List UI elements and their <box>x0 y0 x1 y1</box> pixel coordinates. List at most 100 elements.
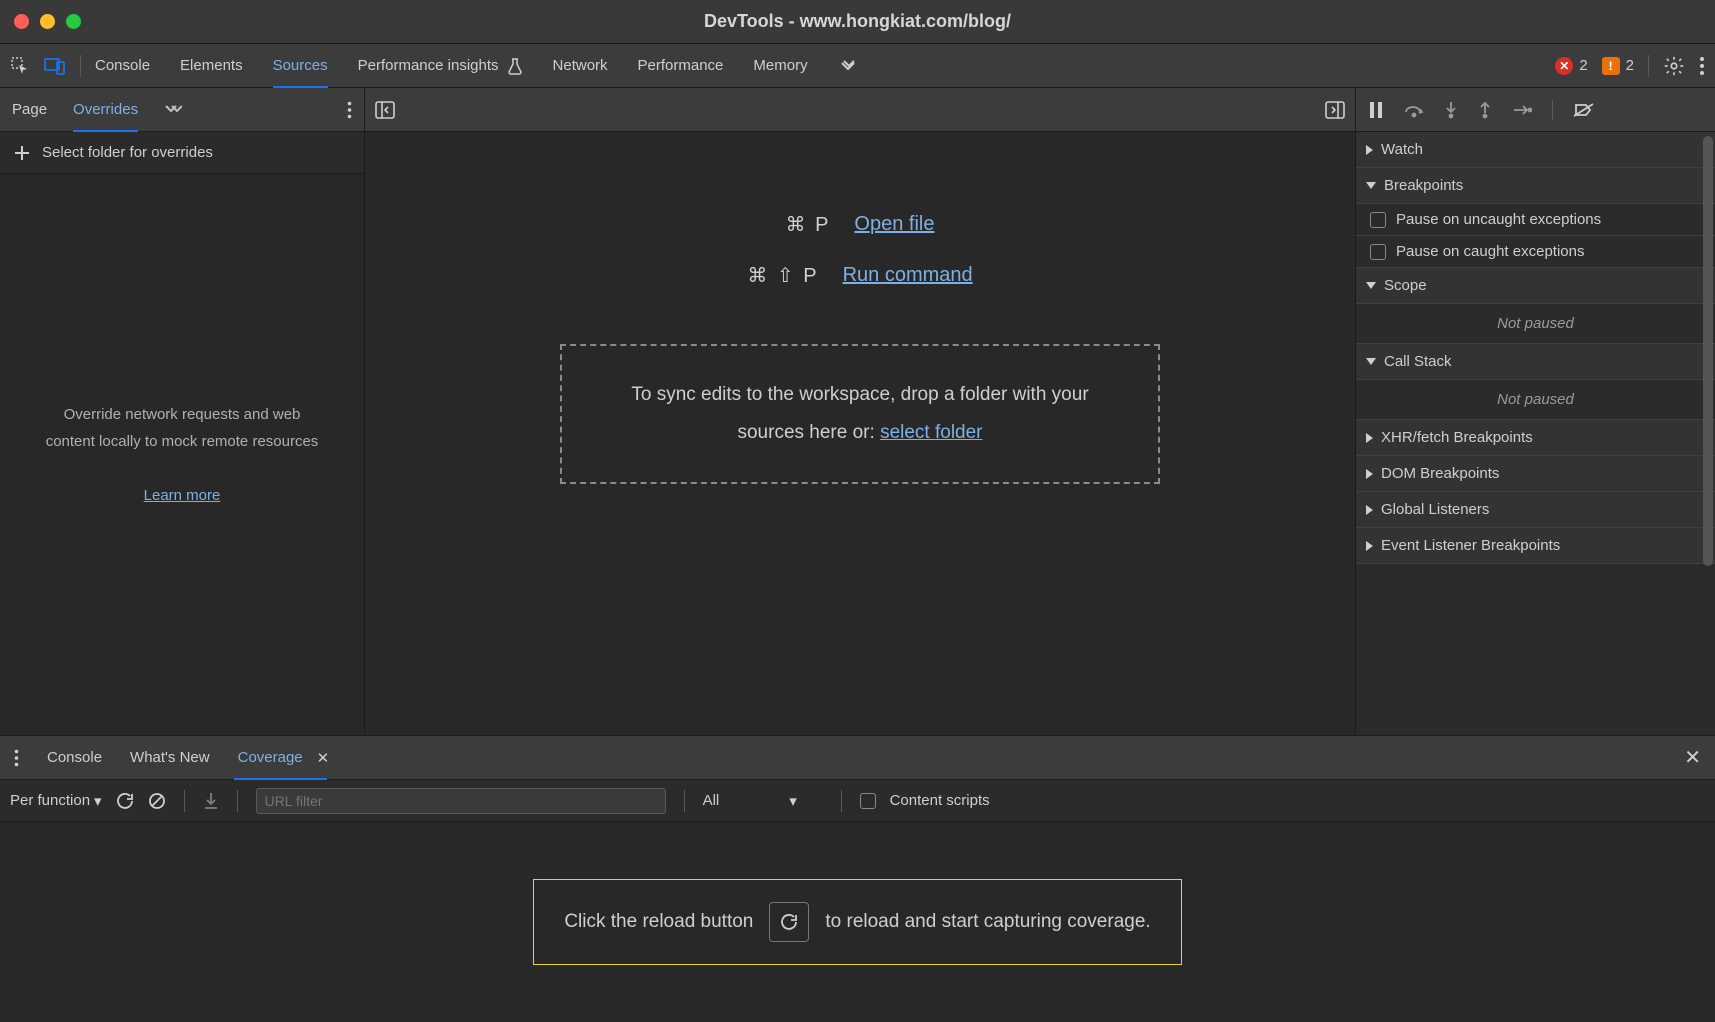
chevron-down-icon: ▾ <box>94 792 102 810</box>
kebab-menu-icon[interactable] <box>1699 56 1705 76</box>
section-global-label: Global Listeners <box>1381 501 1489 518</box>
traffic-lights <box>14 14 81 29</box>
scope-not-paused: Not paused <box>1356 304 1715 344</box>
warning-icon: ! <box>1602 57 1620 75</box>
tab-network[interactable]: Network <box>553 44 608 88</box>
pause-uncaught-checkbox[interactable] <box>1370 212 1386 228</box>
coverage-hint-reload-button[interactable] <box>769 902 809 942</box>
minimize-window-button[interactable] <box>40 14 55 29</box>
section-xhr-breakpoints[interactable]: XHR/fetch Breakpoints <box>1356 420 1715 456</box>
tab-sources[interactable]: Sources <box>273 44 328 88</box>
warning-count: 2 <box>1626 57 1634 74</box>
inspect-element-icon[interactable] <box>10 56 30 76</box>
section-scope-label: Scope <box>1384 277 1427 294</box>
select-folder-overrides-button[interactable]: Select folder for overrides <box>0 132 364 174</box>
coverage-hint-after: to reload and start capturing coverage. <box>825 911 1150 933</box>
drawer-tab-whatsnew[interactable]: What's New <box>130 736 210 780</box>
url-filter-input[interactable] <box>256 788 666 814</box>
callstack-not-paused: Not paused <box>1356 380 1715 420</box>
maximize-window-button[interactable] <box>66 14 81 29</box>
pause-script-icon[interactable] <box>1368 101 1384 119</box>
run-command-shortcut: ⌘ ⇧ P <box>747 263 818 288</box>
section-breakpoints[interactable]: Breakpoints <box>1356 168 1715 204</box>
close-window-button[interactable] <box>14 14 29 29</box>
section-call-stack[interactable]: Call Stack <box>1356 344 1715 380</box>
section-scope[interactable]: Scope <box>1356 268 1715 304</box>
overrides-hint-text: Override network requests and web conten… <box>40 401 324 455</box>
drawer-tab-coverage[interactable]: Coverage <box>238 736 303 780</box>
navigator-tab-page[interactable]: Page <box>12 88 47 132</box>
section-dom-breakpoints[interactable]: DOM Breakpoints <box>1356 456 1715 492</box>
workspace-dropzone[interactable]: To sync edits to the workspace, drop a f… <box>560 344 1160 484</box>
close-drawer-icon[interactable]: ✕ <box>1684 745 1701 770</box>
window-titlebar: DevTools - www.hongkiat.com/blog/ <box>0 0 1715 44</box>
drawer-kebab-icon[interactable] <box>14 749 19 767</box>
scrollbar[interactable] <box>1703 136 1713 566</box>
section-dom-label: DOM Breakpoints <box>1381 465 1499 482</box>
section-call-stack-label: Call Stack <box>1384 353 1452 370</box>
pause-caught-row[interactable]: Pause on caught exceptions <box>1356 236 1715 268</box>
device-toggle-icon[interactable] <box>44 56 66 76</box>
coverage-granularity-label: Per function <box>10 792 90 809</box>
select-folder-overrides-label: Select folder for overrides <box>42 144 213 161</box>
tab-console[interactable]: Console <box>95 44 150 88</box>
navigator-tab-overrides[interactable]: Overrides <box>73 88 138 132</box>
coverage-type-filter-label: All <box>703 792 720 809</box>
step-out-icon[interactable] <box>1478 101 1492 119</box>
tab-performance-insights-label: Performance insights <box>358 57 499 74</box>
section-watch-label: Watch <box>1381 141 1423 158</box>
error-count: 2 <box>1579 57 1587 74</box>
error-badge[interactable]: ✕ 2 <box>1555 57 1587 75</box>
editor-panel: ⌘ P Open file ⌘ ⇧ P Run command To sync … <box>365 88 1355 735</box>
section-breakpoints-label: Breakpoints <box>1384 177 1463 194</box>
export-icon[interactable] <box>203 792 219 810</box>
section-xhr-label: XHR/fetch Breakpoints <box>1381 429 1533 446</box>
toggle-debugger-icon[interactable] <box>1325 101 1345 119</box>
plus-icon <box>14 145 30 161</box>
navigator-kebab-icon[interactable] <box>347 101 352 119</box>
run-command-link[interactable]: Run command <box>843 264 973 287</box>
overrides-learn-more-link[interactable]: Learn more <box>144 482 221 509</box>
settings-gear-icon[interactable] <box>1663 55 1685 77</box>
tab-performance[interactable]: Performance <box>638 44 724 88</box>
step-icon[interactable] <box>1512 104 1532 116</box>
pause-uncaught-label: Pause on uncaught exceptions <box>1396 211 1601 228</box>
chevron-down-icon: ▾ <box>789 792 797 810</box>
select-folder-link[interactable]: select folder <box>880 422 982 443</box>
content-scripts-checkbox[interactable] <box>860 793 876 809</box>
toggle-navigator-icon[interactable] <box>375 101 395 119</box>
open-file-shortcut: ⌘ P <box>786 212 831 237</box>
coverage-type-filter[interactable]: All ▾ <box>703 792 823 810</box>
section-event-label: Event Listener Breakpoints <box>1381 537 1560 554</box>
section-watch[interactable]: Watch <box>1356 132 1715 168</box>
section-global-listeners[interactable]: Global Listeners <box>1356 492 1715 528</box>
tab-memory[interactable]: Memory <box>753 44 807 88</box>
pause-caught-label: Pause on caught exceptions <box>1396 243 1584 260</box>
step-over-icon[interactable] <box>1404 102 1424 118</box>
close-coverage-tab-icon[interactable]: ✕ <box>317 749 330 767</box>
dropzone-text: To sync edits to the workspace, drop a f… <box>631 384 1088 443</box>
coverage-granularity-select[interactable]: Per function ▾ <box>10 792 102 810</box>
drawer-tab-console[interactable]: Console <box>47 736 102 780</box>
coverage-hint-before: Click the reload button <box>564 911 753 933</box>
section-event-listener-breakpoints[interactable]: Event Listener Breakpoints <box>1356 528 1715 564</box>
warning-badge[interactable]: ! 2 <box>1602 57 1634 75</box>
open-file-link[interactable]: Open file <box>854 213 934 236</box>
tab-performance-insights[interactable]: Performance insights <box>358 44 523 88</box>
coverage-toolbar: Per function ▾ All ▾ Content scripts <box>0 780 1715 822</box>
navigator-panel: Page Overrides Select folder for overrid… <box>0 88 365 735</box>
step-into-icon[interactable] <box>1444 101 1458 119</box>
pause-uncaught-row[interactable]: Pause on uncaught exceptions <box>1356 204 1715 236</box>
main-toolbar: Console Elements Sources Performance ins… <box>0 44 1715 88</box>
drawer-panel: Console What's New Coverage ✕ ✕ Per func… <box>0 736 1715 1022</box>
more-tabs-icon[interactable] <box>838 59 858 73</box>
content-scripts-label: Content scripts <box>890 792 990 809</box>
clear-icon[interactable] <box>148 792 166 810</box>
more-navigator-tabs-icon[interactable] <box>164 104 182 116</box>
debugger-panel: Watch Breakpoints Pause on uncaught exce… <box>1355 88 1715 735</box>
beaker-icon <box>507 57 523 75</box>
reload-icon[interactable] <box>116 792 134 810</box>
pause-caught-checkbox[interactable] <box>1370 244 1386 260</box>
deactivate-breakpoints-icon[interactable] <box>1573 102 1595 118</box>
tab-elements[interactable]: Elements <box>180 44 243 88</box>
